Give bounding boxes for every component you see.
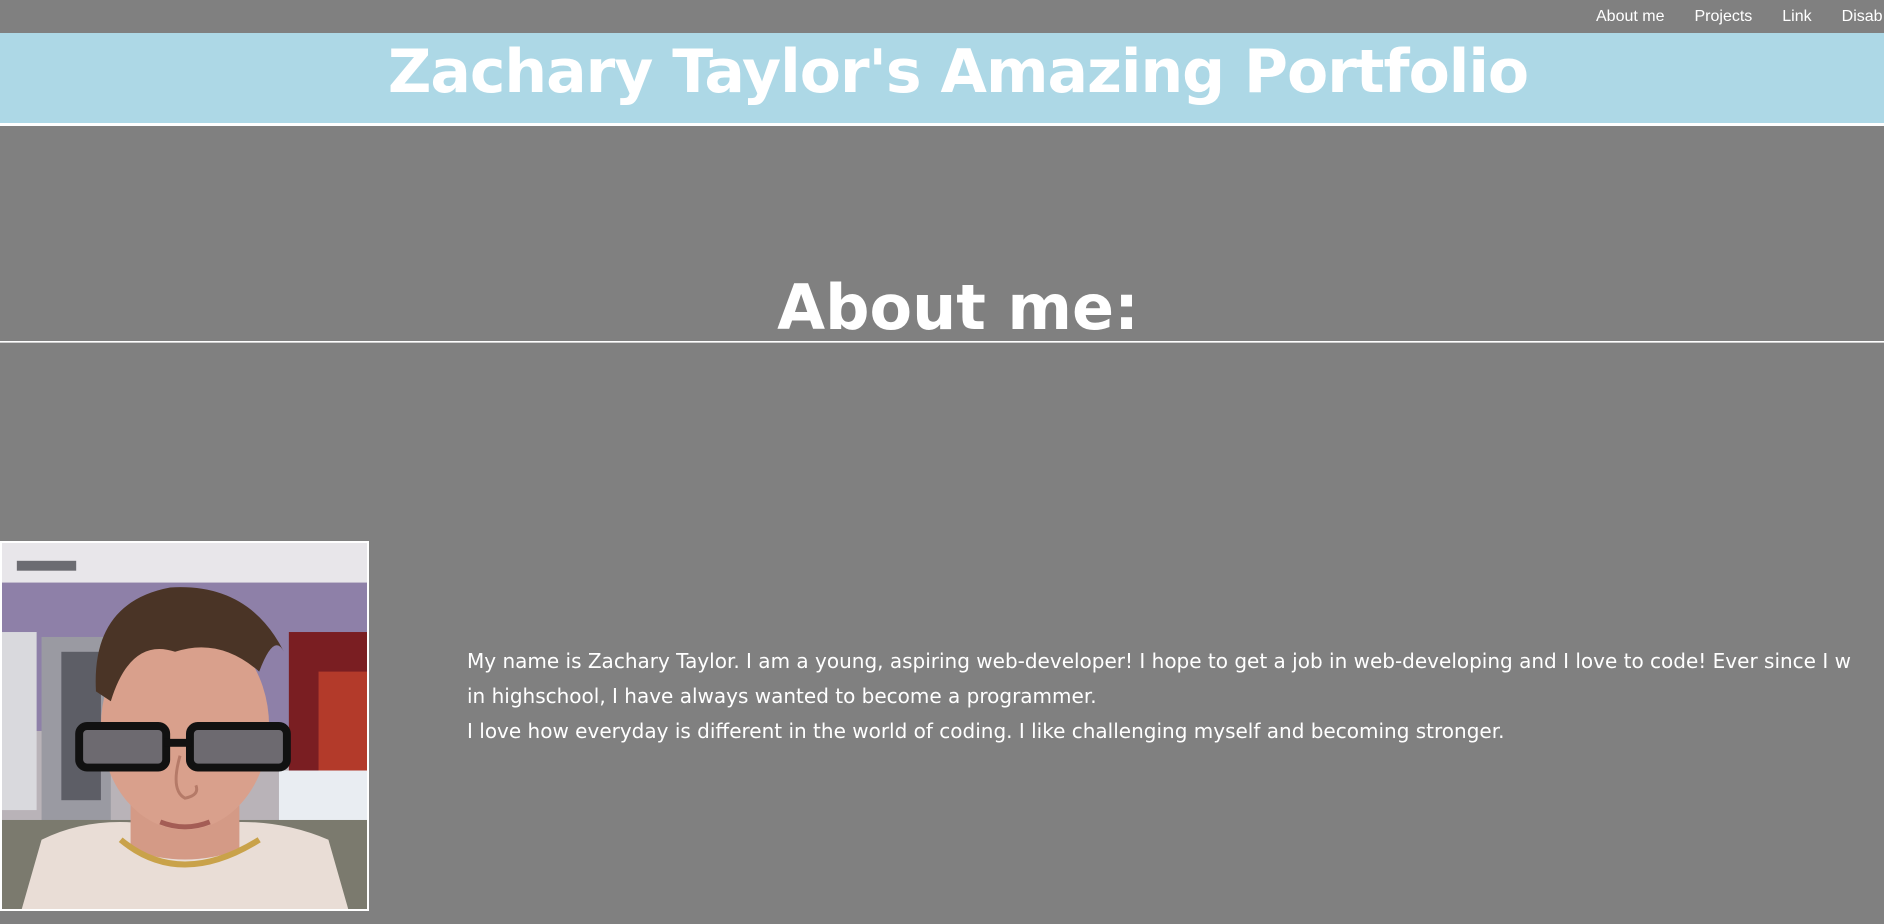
about-heading: About me: bbox=[777, 271, 1139, 344]
nav-links: About me Projects Link Disab bbox=[1596, 0, 1884, 33]
page-title: Zachary Taylor's Amazing Portfolio bbox=[387, 37, 1529, 107]
profile-photo-image bbox=[2, 543, 367, 909]
profile-photo bbox=[0, 541, 369, 911]
page: About me Projects Link Disab Zachary Tay… bbox=[0, 0, 1884, 924]
nav-link-link[interactable]: Link bbox=[1782, 8, 1811, 26]
bio-line-2: in highschool, I have always wanted to b… bbox=[467, 684, 1097, 708]
header-banner: Zachary Taylor's Amazing Portfolio bbox=[0, 33, 1884, 126]
bio-line-1: My name is Zachary Taylor. I am a young,… bbox=[467, 649, 1851, 673]
nav-link-projects[interactable]: Projects bbox=[1694, 8, 1752, 26]
nav-link-disabled: Disab bbox=[1841, 7, 1883, 25]
about-bio: My name is Zachary Taylor. I am a young,… bbox=[467, 644, 1884, 749]
top-navbar: About me Projects Link Disab bbox=[0, 0, 1884, 33]
bio-line-3: I love how everyday is different in the … bbox=[467, 719, 1505, 743]
about-divider bbox=[0, 341, 1884, 343]
nav-link-about-me[interactable]: About me bbox=[1596, 8, 1664, 26]
